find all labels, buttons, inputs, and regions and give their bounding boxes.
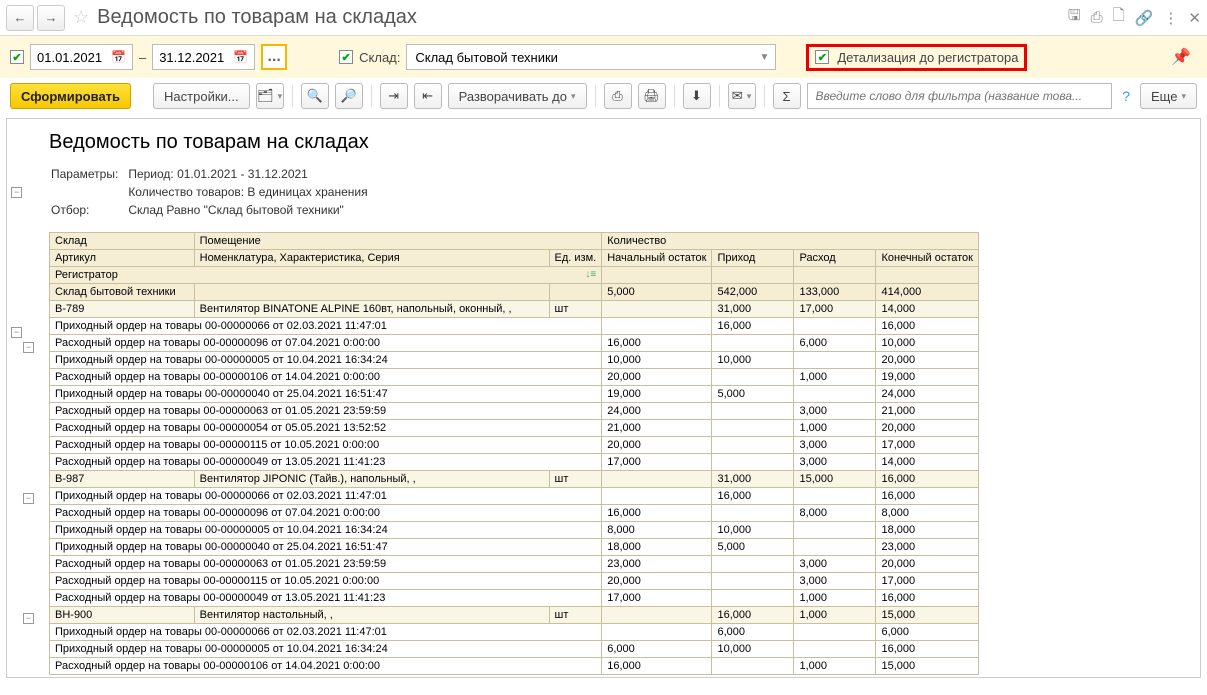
more-button[interactable]: Еще▾ <box>1140 83 1197 109</box>
report-area[interactable]: − − − − − Ведомость по товарам на склада… <box>6 118 1201 678</box>
tree-collapse-button[interactable]: − <box>23 493 34 504</box>
table-row[interactable]: Приходный ордер на товары 00-00000005 от… <box>50 522 979 539</box>
table-row[interactable]: Склад бытовой техники5,000542,000133,000… <box>50 284 979 301</box>
col-unit[interactable]: Ед. изм. <box>549 250 602 267</box>
forward-button[interactable]: → <box>37 5 65 31</box>
col-reg[interactable]: Регистратор↓≡ <box>50 267 602 284</box>
period-checkbox[interactable]: ✔ <box>10 50 24 64</box>
col-nomen[interactable]: Номенклатура, Характеристика, Серия <box>194 250 549 267</box>
calendar-icon[interactable]: 📅 <box>233 50 248 64</box>
favorite-icon[interactable]: ☆ <box>73 7 89 28</box>
settings-button[interactable]: Настройки... <box>153 83 250 109</box>
calendar-icon[interactable]: 📅 <box>111 50 126 64</box>
warehouse-label: Склад: <box>359 50 400 65</box>
tree-collapse-button[interactable]: − <box>11 187 22 198</box>
back-button[interactable]: ← <box>6 5 34 31</box>
table-row[interactable]: Расходный ордер на товары 00-00000049 от… <box>50 454 979 471</box>
find-button[interactable]: 🔍 <box>301 83 329 109</box>
date-to-input[interactable] <box>159 50 229 65</box>
expand-tree-button[interactable]: ⇤ <box>414 83 442 109</box>
date-from-field[interactable]: 📅 <box>30 44 133 70</box>
print-button[interactable]: ⎙ <box>604 83 632 109</box>
detail-option-highlight: ✔ Детализация до регистратора <box>806 44 1027 71</box>
menu-icon[interactable]: ⋮ <box>1163 9 1178 27</box>
detail-label: Детализация до регистратора <box>837 50 1018 65</box>
close-icon[interactable]: ✕ <box>1188 9 1201 27</box>
date-from-input[interactable] <box>37 50 107 65</box>
help-icon[interactable]: ? <box>1118 88 1134 104</box>
col-out[interactable]: Расход <box>794 250 876 267</box>
report-title: Ведомость по товарам на складах <box>49 131 1188 154</box>
col-end[interactable]: Конечный остаток <box>876 250 979 267</box>
print-params-button[interactable]: 🖨 <box>638 83 666 109</box>
send-email-button[interactable]: ✉▾ <box>728 83 756 109</box>
toolbar: Сформировать Настройки... 🗂▾ 🔍 🔎 ⇥ ⇤ Раз… <box>0 78 1207 114</box>
warehouse-checkbox[interactable]: ✔ <box>339 50 353 64</box>
warehouse-value: Склад бытовой техники <box>415 50 558 65</box>
col-start[interactable]: Начальный остаток <box>602 250 712 267</box>
table-row[interactable]: Расходный ордер на товары 00-00000096 от… <box>50 505 979 522</box>
table-row[interactable]: Расходный ордер на товары 00-00000115 от… <box>50 437 979 454</box>
table-row[interactable]: Приходный ордер на товары 00-00000005 от… <box>50 352 979 369</box>
table-row[interactable]: Приходный ордер на товары 00-00000066 от… <box>50 488 979 505</box>
col-in[interactable]: Приход <box>712 250 794 267</box>
table-row[interactable]: В-987Вентилятор JIPONIC (Тайв.), напольн… <box>50 471 979 488</box>
report-table: Склад Помещение Количество Артикул Номен… <box>49 232 979 675</box>
filter-bar: ✔ 📅 – 📅 ... ✔ Склад: Склад бытовой техни… <box>0 36 1207 78</box>
table-row[interactable]: В-789Вентилятор BINATONE ALPINE 160вт, н… <box>50 301 979 318</box>
expand-to-button[interactable]: Разворачивать до▾ <box>448 83 587 109</box>
tree-collapse-button[interactable]: − <box>23 613 34 624</box>
table-row[interactable]: Расходный ордер на товары 00-00000063 от… <box>50 403 979 420</box>
save-icon[interactable]: 🖫 <box>1068 5 1081 30</box>
col-article[interactable]: Артикул <box>50 250 195 267</box>
header-bar: ← → ☆ Ведомость по товарам на складах 🖫 … <box>0 0 1207 36</box>
variants-button[interactable]: 🗂▾ <box>256 83 284 109</box>
save-file-button[interactable]: ⬇ <box>683 83 711 109</box>
date-to-field[interactable]: 📅 <box>152 44 255 70</box>
collapse-button[interactable]: ⇥ <box>380 83 408 109</box>
find-next-button[interactable]: 🔎 <box>335 83 363 109</box>
table-row[interactable]: Расходный ордер на товары 00-00000115 от… <box>50 573 979 590</box>
page-title: Ведомость по товарам на складах <box>97 6 417 29</box>
table-row[interactable]: Приходный ордер на товары 00-00000066 от… <box>50 318 979 335</box>
table-row[interactable]: Приходный ордер на товары 00-00000005 от… <box>50 641 979 658</box>
table-row[interactable]: Расходный ордер на товары 00-00000054 от… <box>50 420 979 437</box>
table-row[interactable]: Приходный ордер на товары 00-00000040 от… <box>50 386 979 403</box>
tree-collapse-button[interactable]: − <box>23 342 34 353</box>
report-params: Параметры:Период: 01.01.2021 - 31.12.202… <box>49 164 378 220</box>
tree-collapse-button[interactable]: − <box>11 327 22 338</box>
period-picker-button[interactable]: ... <box>261 44 287 70</box>
pin-icon[interactable]: 📌 <box>1171 47 1191 67</box>
table-row[interactable]: ВН-900Вентилятор настольный, ,шт16,0001,… <box>50 607 979 624</box>
table-row[interactable]: Расходный ордер на товары 00-00000049 от… <box>50 590 979 607</box>
date-separator: – <box>139 50 146 65</box>
sum-button[interactable]: Σ <box>773 83 801 109</box>
sort-asc-icon: ↓≡ <box>585 269 596 280</box>
col-qty[interactable]: Количество <box>602 233 979 250</box>
col-room[interactable]: Помещение <box>194 233 602 250</box>
chevron-down-icon: ▼ <box>759 52 769 63</box>
preview-icon[interactable]: 🗋 <box>1113 5 1125 30</box>
table-row[interactable]: Расходный ордер на товары 00-00000096 от… <box>50 335 979 352</box>
warehouse-select[interactable]: Склад бытовой техники ▼ <box>406 44 776 70</box>
print-icon[interactable]: ⎙ <box>1091 9 1103 26</box>
header-actions: 🖫 ⎙ 🗋 🔗 ⋮ ✕ <box>1068 5 1201 30</box>
table-row[interactable]: Расходный ордер на товары 00-00000106 от… <box>50 658 979 675</box>
link-icon[interactable]: 🔗 <box>1135 9 1154 27</box>
table-row[interactable]: Расходный ордер на товары 00-00000106 от… <box>50 369 979 386</box>
filter-input[interactable] <box>807 83 1113 109</box>
col-warehouse[interactable]: Склад <box>50 233 195 250</box>
generate-button[interactable]: Сформировать <box>10 83 131 109</box>
table-row[interactable]: Приходный ордер на товары 00-00000040 от… <box>50 539 979 556</box>
table-row[interactable]: Приходный ордер на товары 00-00000066 от… <box>50 624 979 641</box>
table-row[interactable]: Расходный ордер на товары 00-00000063 от… <box>50 556 979 573</box>
detail-checkbox[interactable]: ✔ <box>815 50 829 64</box>
